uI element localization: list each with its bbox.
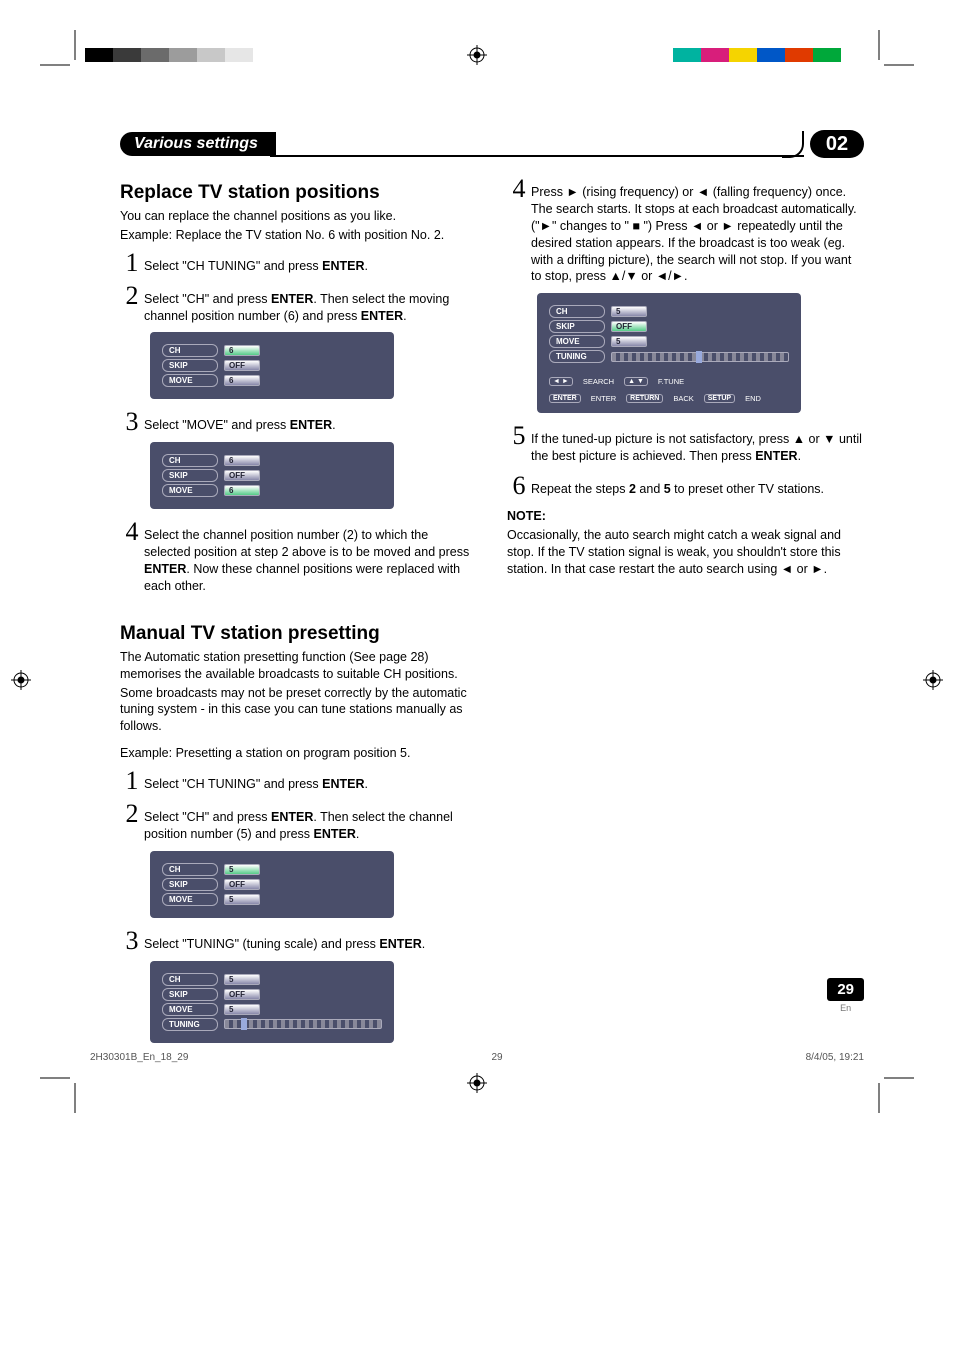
color-bar-left — [85, 48, 281, 62]
registration-mark-icon — [467, 45, 487, 65]
chapter-number-badge: 02 — [810, 130, 864, 158]
header-divider — [270, 131, 804, 157]
section2-p2: Some broadcasts may not be preset correc… — [120, 685, 477, 736]
step-text: Select the channel position number (2) t… — [144, 521, 477, 595]
step-text: If the tuned-up picture is not satisfact… — [531, 425, 864, 465]
section2-p1: The Automatic station presetting functio… — [120, 649, 477, 683]
section1-example: Example: Replace the TV station No. 6 wi… — [120, 227, 477, 244]
step-text: Select "CH TUNING" and press ENTER. — [144, 770, 477, 793]
step-text: Press ► (rising frequency) or ◄ (falling… — [531, 178, 864, 285]
step-text: Select "CH" and press ENTER. Then select… — [144, 285, 477, 325]
footer-file: 2H30301B_En_18_29 — [90, 1052, 188, 1063]
registration-mark-icon — [923, 670, 943, 690]
arrow-lr-icon: ◄ ► — [549, 377, 573, 386]
note-title: NOTE: — [507, 508, 864, 525]
color-bar-right — [673, 48, 869, 62]
step-text: Select "TUNING" (tuning scale) and press… — [144, 930, 477, 953]
section2-title: Manual TV station presetting — [120, 623, 477, 645]
osd-screenshot: CH6 SKIPOFF MOVE6 — [150, 332, 394, 399]
footer-timestamp: 8/4/05, 19:21 — [806, 1052, 864, 1063]
section1-title: Replace TV station positions — [120, 182, 477, 204]
step-number: 2 — [120, 283, 144, 309]
step-text: Select "CH" and press ENTER. Then select… — [144, 803, 477, 843]
step-number: 3 — [120, 409, 144, 435]
step-text: Select "CH TUNING" and press ENTER. — [144, 252, 477, 275]
registration-mark-icon — [11, 670, 31, 690]
step-number: 2 — [120, 801, 144, 827]
step-number: 4 — [120, 519, 144, 545]
note-body: Occasionally, the auto search might catc… — [507, 527, 864, 578]
crop-mark-icon — [40, 1063, 90, 1113]
crop-mark-icon — [864, 30, 914, 80]
section2-example: Example: Presetting a station on program… — [120, 745, 477, 762]
osd-screenshot: CH6 SKIPOFF MOVE6 — [150, 442, 394, 509]
osd-screenshot: CH5 SKIPOFF MOVE5 TUNING — [150, 961, 394, 1043]
step-number: 5 — [507, 423, 531, 449]
step-number: 6 — [507, 473, 531, 499]
step-number: 1 — [120, 768, 144, 794]
step-number: 3 — [120, 928, 144, 954]
osd-screenshot: CH5 SKIPOFF MOVE5 TUNING ◄ ►SEARCH ▲ ▼F.… — [537, 293, 801, 413]
section1-intro: You can replace the channel positions as… — [120, 208, 477, 225]
page-lang: En — [827, 1003, 864, 1013]
crop-mark-icon — [40, 30, 90, 80]
step-text: Select "MOVE" and press ENTER. — [144, 411, 477, 434]
crop-mark-icon — [864, 1063, 914, 1113]
step-text: Repeat the steps 2 and 5 to preset other… — [531, 475, 864, 498]
chapter-title: Various settings — [120, 132, 276, 156]
registration-mark-icon — [467, 1073, 487, 1093]
step-number: 1 — [120, 250, 144, 276]
arrow-ud-icon: ▲ ▼ — [624, 377, 648, 386]
osd-screenshot: CH5 SKIPOFF MOVE5 — [150, 851, 394, 918]
step-number: 4 — [507, 176, 531, 202]
page-number-badge: 29 — [827, 978, 864, 1001]
footer-page: 29 — [491, 1052, 502, 1063]
